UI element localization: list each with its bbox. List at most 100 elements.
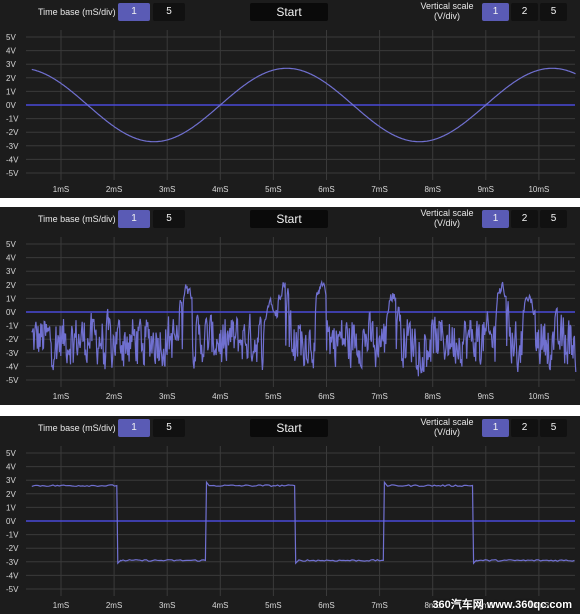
vertical-scale-label-line2: (V/div) — [433, 11, 460, 21]
toolbar: Time base (mS/div) 1 5 Start Vertical scale(… — [0, 0, 580, 24]
vertical-scale-label: Vertical scale (V/div) — [412, 417, 482, 437]
x-tick-label: 9mS — [478, 392, 494, 401]
y-tick-label: 5V — [6, 240, 16, 249]
x-tick-label: 3mS — [159, 601, 175, 610]
watermark: 360汽车网 www.360qc.com — [432, 599, 572, 611]
vertical-scale-label-line1: Vertical scale — [420, 417, 474, 427]
vertical-scale-option-1[interactable]: 1 — [482, 210, 509, 228]
y-tick-label: 5V — [6, 449, 16, 458]
y-tick-label: -2V — [6, 128, 19, 137]
y-tick-label: 4V — [6, 47, 16, 56]
x-tick-label: 1mS — [53, 392, 69, 401]
x-tick-label: 10mS — [528, 185, 549, 194]
y-tick-label: -2V — [6, 335, 19, 344]
scope-panel: Time base (mS/div) 1 5 Start Vertical scale(… — [0, 416, 580, 614]
x-tick-label: 6mS — [318, 185, 334, 194]
y-tick-label: -3V — [6, 558, 19, 567]
y-tick-label: 2V — [6, 281, 16, 290]
y-tick-label: -1V — [6, 115, 19, 124]
y-tick-label: -3V — [6, 349, 19, 358]
x-tick-label: 3mS — [159, 185, 175, 194]
x-tick-label: 2mS — [106, 185, 122, 194]
toolbar: Time base (mS/div) 1 5 Start Vertical scale(… — [0, 207, 580, 231]
y-tick-label: 4V — [6, 463, 16, 472]
toolbar: Time base (mS/div) 1 5 Start Vertical scale(… — [0, 416, 580, 440]
scope-display: 5V 4V 3V 2V 1V 0V -1V -2V -3V -4V -5V 1mS 2mS 3mS 4mS 5… — [6, 446, 575, 610]
x-tick-label: 5mS — [265, 185, 281, 194]
scope-panel: Time base (mS/div) 1 5 Start Vertical scale(… — [0, 0, 580, 198]
vertical-scale-label: Vertical scale (V/div) — [412, 208, 482, 228]
scope-display: 5V 4V 3V 2V 1V 0V -1V -2V -3V -4V -5V 1mS 2mS 3mS 4mS 5… — [6, 237, 577, 401]
start-button[interactable]: Start — [250, 3, 328, 21]
vertical-scale-option-1[interactable]: 1 — [482, 419, 509, 437]
time-base-option-1[interactable]: 1 — [118, 210, 150, 228]
y-tick-label: 5V — [6, 33, 16, 42]
y-tick-label: 0V — [6, 101, 16, 110]
time-base-option-5[interactable]: 5 — [153, 3, 185, 21]
start-button[interactable]: Start — [250, 210, 328, 228]
y-tick-label: 1V — [6, 294, 16, 303]
y-tick-label: -1V — [6, 322, 19, 331]
x-tick-label: 10mS — [528, 392, 549, 401]
y-tick-label: 3V — [6, 267, 16, 276]
scope-panel: Time base (mS/div) 1 5 Start Vertical scale(… — [0, 207, 580, 405]
x-tick-label: 9mS — [478, 185, 494, 194]
y-tick-label: -4V — [6, 571, 19, 580]
vertical-scale-option-5[interactable]: 5 — [540, 3, 567, 21]
x-tick-label: 1mS — [53, 601, 69, 610]
x-tick-label: 2mS — [106, 601, 122, 610]
x-tick-label: 6mS — [318, 601, 334, 610]
vertical-scale-option-1[interactable]: 1 — [482, 3, 509, 21]
vertical-scale-label-line2: (V/div) — [433, 427, 460, 437]
y-tick-label: -1V — [6, 531, 19, 540]
scope-display: 5V 4V 3V 2V 1V 0V -1V -2V -3V -4V -5V 1mS 2mS 3mS 4mS 5… — [6, 30, 576, 194]
x-tick-label: 1mS — [53, 185, 69, 194]
y-tick-label: 4V — [6, 254, 16, 263]
time-base-label: Time base (mS/div) — [38, 214, 116, 224]
start-button[interactable]: Start — [250, 419, 328, 437]
vertical-scale-option-2[interactable]: 2 — [511, 419, 538, 437]
x-tick-label: 4mS — [212, 185, 228, 194]
y-tick-label: 3V — [6, 476, 16, 485]
y-tick-label: 0V — [6, 517, 16, 526]
time-base-option-5[interactable]: 5 — [153, 210, 185, 228]
vertical-scale-label-line1: Vertical scale — [420, 208, 474, 218]
time-base-option-5[interactable]: 5 — [153, 419, 185, 437]
time-base-option-1[interactable]: 1 — [118, 3, 150, 21]
y-tick-label: 2V — [6, 490, 16, 499]
x-tick-label: 4mS — [212, 601, 228, 610]
x-tick-label: 3mS — [159, 392, 175, 401]
x-tick-label: 7mS — [371, 392, 387, 401]
vertical-scale-label: Vertical scale (V/div) — [412, 1, 482, 21]
signal-trace-noise — [31, 279, 577, 377]
x-tick-label: 4mS — [212, 392, 228, 401]
x-tick-label: 8mS — [424, 185, 440, 194]
y-tick-label: 1V — [6, 503, 16, 512]
time-base-option-1[interactable]: 1 — [118, 419, 150, 437]
vertical-scale-option-2[interactable]: 2 — [511, 210, 538, 228]
x-tick-label: 5mS — [265, 392, 281, 401]
vertical-scale-option-5[interactable]: 5 — [540, 210, 567, 228]
vertical-scale-label-line2: (V/div) — [433, 218, 460, 228]
x-tick-label: 8mS — [424, 392, 440, 401]
x-tick-label: 6mS — [318, 392, 334, 401]
vertical-scale-option-5[interactable]: 5 — [540, 419, 567, 437]
time-base-label: Time base (mS/div) — [38, 423, 116, 433]
x-tick-label: 5mS — [265, 601, 281, 610]
y-tick-label: -3V — [6, 142, 19, 151]
y-tick-label: -5V — [6, 585, 19, 594]
x-tick-label: 7mS — [371, 601, 387, 610]
time-base-label: Time base (mS/div) — [38, 7, 116, 17]
y-tick-label: -5V — [6, 376, 19, 385]
vertical-scale-option-2[interactable]: 2 — [511, 3, 538, 21]
x-tick-label: 7mS — [371, 185, 387, 194]
y-tick-label: 3V — [6, 60, 16, 69]
y-tick-label: 1V — [6, 87, 16, 96]
vertical-scale-label-line1: Vertical scale — [420, 1, 474, 11]
y-tick-label: -2V — [6, 544, 19, 553]
y-tick-label: -4V — [6, 155, 19, 164]
signal-trace-square — [31, 480, 575, 565]
y-tick-label: -4V — [6, 362, 19, 371]
y-tick-label: 0V — [6, 308, 16, 317]
x-tick-label: 2mS — [106, 392, 122, 401]
